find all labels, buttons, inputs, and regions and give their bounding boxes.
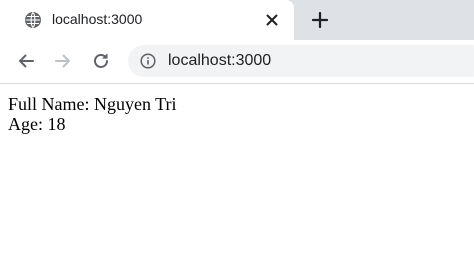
full-name-text: Full Name: Nguyen Tri bbox=[8, 94, 177, 114]
info-icon[interactable] bbox=[140, 53, 156, 69]
page-content: Full Name: Nguyen Tri Age: 18 bbox=[0, 84, 474, 258]
browser-window: localhost:3000 localhost:3000 Full Name:… bbox=[0, 0, 474, 258]
url-text[interactable]: localhost:3000 bbox=[168, 52, 271, 70]
age-text: Age: 18 bbox=[8, 114, 66, 134]
tab-title: localhost:3000 bbox=[52, 11, 143, 27]
globe-icon bbox=[24, 11, 42, 29]
arrow-left-icon[interactable] bbox=[16, 51, 36, 71]
toolbar: localhost:3000 bbox=[0, 40, 474, 84]
tab-strip: localhost:3000 bbox=[0, 0, 474, 40]
reload-icon[interactable] bbox=[91, 51, 111, 71]
arrow-right-icon[interactable] bbox=[53, 51, 73, 71]
address-bar[interactable]: localhost:3000 bbox=[128, 45, 474, 77]
plus-icon[interactable] bbox=[309, 9, 331, 31]
close-icon[interactable] bbox=[264, 12, 280, 28]
tab-localhost[interactable]: localhost:3000 bbox=[0, 0, 294, 40]
